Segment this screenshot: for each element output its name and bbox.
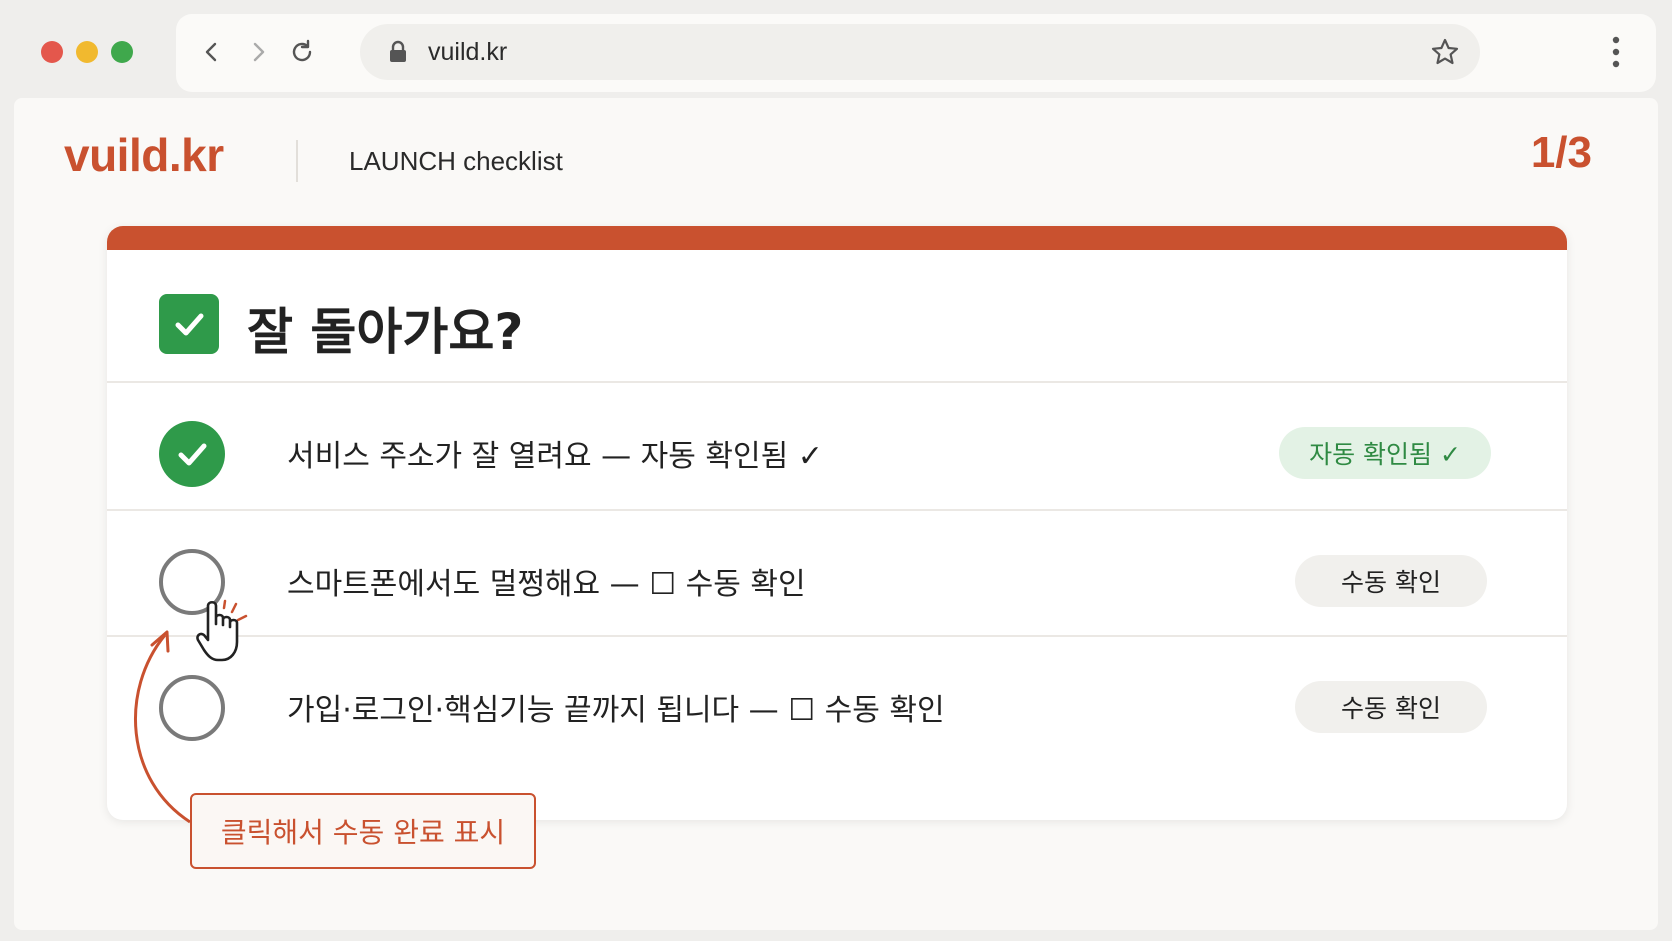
empty-circle-icon bbox=[159, 675, 225, 741]
item-checkbox[interactable] bbox=[159, 675, 225, 741]
forward-icon bbox=[253, 42, 265, 62]
more-vertical-icon[interactable] bbox=[1612, 36, 1620, 68]
browser-toolbar: vuild.kr bbox=[176, 14, 1656, 92]
back-icon bbox=[205, 42, 217, 62]
maximize-window-button[interactable] bbox=[111, 41, 133, 63]
checkbox-checked-icon bbox=[159, 294, 219, 354]
card-title: 잘 돌아가요? bbox=[247, 303, 524, 361]
star-icon[interactable] bbox=[1430, 37, 1460, 67]
status-badge: 자동 확인됨 ✓ bbox=[1279, 427, 1491, 479]
card-accent-bar bbox=[107, 226, 1567, 250]
manual-check-button[interactable]: 수동 확인 bbox=[1295, 681, 1487, 733]
reload-button[interactable] bbox=[284, 34, 320, 70]
back-button[interactable] bbox=[194, 34, 230, 70]
check-circle-icon bbox=[159, 421, 225, 487]
header-divider bbox=[296, 140, 298, 182]
checklist-item: 가입·로그인·핵심기능 끝까지 됩니다 — ☐ 수동 확인 수동 확인 bbox=[107, 635, 1567, 771]
item-label: 서비스 주소가 잘 열려요 — 자동 확인됨 ✓ bbox=[287, 439, 823, 474]
empty-circle-icon bbox=[159, 549, 225, 615]
manual-check-button[interactable]: 수동 확인 bbox=[1295, 555, 1487, 607]
item-label: 스마트폰에서도 멀쩡해요 — ☐ 수동 확인 bbox=[287, 567, 806, 602]
forward-button[interactable] bbox=[240, 34, 276, 70]
checklist-card: 잘 돌아가요? 서비스 주소가 잘 열려요 — 자동 확인됨 ✓ 자동 확인됨 … bbox=[107, 226, 1567, 820]
checklist-item: 서비스 주소가 잘 열려요 — 자동 확인됨 ✓ 자동 확인됨 ✓ bbox=[107, 381, 1567, 517]
minimize-window-button[interactable] bbox=[76, 41, 98, 63]
reload-icon bbox=[292, 39, 312, 62]
brand-logo[interactable]: vuild.kr bbox=[64, 128, 224, 182]
annotation-callout: 클릭해서 수동 완료 표시 bbox=[190, 793, 536, 869]
browser-window: vuild.kr vuild.kr LAUNCH checklist 1/3 잘… bbox=[0, 0, 1672, 941]
close-window-button[interactable] bbox=[41, 41, 63, 63]
window-controls bbox=[41, 41, 133, 63]
lock-icon bbox=[390, 40, 406, 62]
item-checkbox[interactable] bbox=[159, 549, 225, 615]
address-bar[interactable]: vuild.kr bbox=[360, 24, 1480, 80]
item-checkbox[interactable] bbox=[159, 421, 225, 487]
item-label: 가입·로그인·핵심기능 끝까지 됩니다 — ☐ 수동 확인 bbox=[287, 693, 945, 728]
page-subtitle: LAUNCH checklist bbox=[349, 146, 563, 176]
step-counter: 1/3 bbox=[1530, 128, 1592, 177]
checklist-item: 스마트폰에서도 멀쩡해요 — ☐ 수동 확인 수동 확인 bbox=[107, 509, 1567, 645]
url-text: vuild.kr bbox=[428, 38, 508, 66]
card-header: 잘 돌아가요? bbox=[107, 250, 1567, 381]
